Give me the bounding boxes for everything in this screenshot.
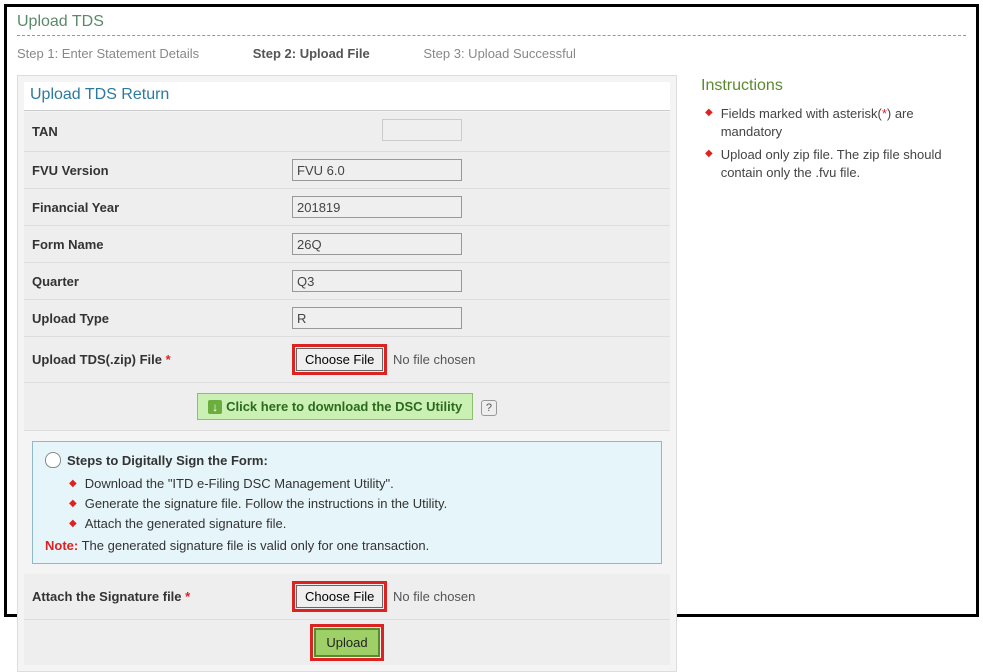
instruction-2: Upload only zip file. The zip file shoul… — [721, 146, 966, 181]
choose-zip-highlight: Choose File — [292, 344, 387, 375]
label-upload-zip-text: Upload TDS(.zip) File — [32, 352, 166, 367]
row-upload-zip: Upload TDS(.zip) File * Choose File No f… — [24, 337, 670, 383]
page-title: Upload TDS — [17, 13, 966, 36]
label-uploadtype: Upload Type — [32, 311, 292, 326]
instruction-item: ◆ Upload only zip file. The zip file sho… — [705, 146, 966, 181]
label-fvu: FVU Version — [32, 163, 292, 178]
dsc-download-text: Click here to download the DSC Utility — [226, 399, 462, 414]
choose-sig-highlight: Choose File — [292, 581, 387, 612]
upload-button-row: Upload — [24, 620, 670, 665]
upload-button[interactable]: Upload — [314, 628, 379, 657]
choose-zip-button[interactable]: Choose File — [296, 348, 383, 371]
label-attach-sig-text: Attach the Signature file — [32, 589, 185, 604]
fvu-version-field — [292, 159, 462, 181]
label-tan: TAN — [32, 124, 292, 139]
wizard-steps: Step 1: Enter Statement Details Step 2: … — [17, 36, 966, 75]
required-asterisk: * — [166, 352, 171, 367]
bullet-icon: ◆ — [69, 496, 77, 512]
help-icon[interactable]: ? — [481, 400, 497, 416]
choose-sig-button[interactable]: Choose File — [296, 585, 383, 608]
row-finyear: Financial Year — [24, 189, 670, 226]
bullet-icon: ◆ — [705, 105, 713, 140]
sig-file-status: No file chosen — [393, 589, 475, 604]
section-title: Upload TDS Return — [24, 82, 670, 111]
upload-button-highlight: Upload — [310, 624, 383, 661]
infobox-step-1: Download the "ITD e-Filing DSC Managemen… — [85, 476, 394, 492]
bullet-icon: ◆ — [69, 476, 77, 492]
row-quarter: Quarter — [24, 263, 670, 300]
upload-form-panel: Upload TDS Return TAN FVU Version Financ… — [17, 75, 677, 672]
infobox-step-3: Attach the generated signature file. — [85, 516, 287, 532]
wizard-step-1: Step 1: Enter Statement Details — [17, 46, 199, 61]
bulb-icon — [45, 452, 61, 468]
label-quarter: Quarter — [32, 274, 292, 289]
label-finyear: Financial Year — [32, 200, 292, 215]
form-name-field — [292, 233, 462, 255]
instruction-1a: Fields marked with asterisk — [721, 106, 878, 121]
sign-steps-infobox: Steps to Digitally Sign the Form: ◆ Downl… — [32, 441, 662, 564]
upload-type-field — [292, 307, 462, 329]
infobox-step-2: Generate the signature file. Follow the … — [85, 496, 448, 512]
wizard-step-2: Step 2: Upload File — [253, 46, 370, 61]
financial-year-field — [292, 196, 462, 218]
instruction-item: ◆ Fields marked with asterisk(*) are man… — [705, 105, 966, 140]
infobox-note-label: Note: — [45, 538, 78, 553]
row-attach-sig: Attach the Signature file * Choose File … — [24, 574, 670, 620]
quarter-field — [292, 270, 462, 292]
bullet-icon: ◆ — [705, 146, 713, 181]
zip-file-status: No file chosen — [393, 352, 475, 367]
label-attach-sig: Attach the Signature file * — [32, 589, 292, 604]
dsc-download-link[interactable]: ↓ Click here to download the DSC Utility — [197, 393, 473, 420]
label-formname: Form Name — [32, 237, 292, 252]
label-upload-zip: Upload TDS(.zip) File * — [32, 352, 292, 367]
dsc-download-row: ↓Click here to download the DSC Utility … — [24, 383, 670, 431]
infobox-title: Steps to Digitally Sign the Form: — [67, 453, 268, 468]
instructions-title: Instructions — [701, 77, 966, 95]
instructions-panel: Instructions ◆ Fields marked with asteri… — [701, 75, 966, 187]
row-formname: Form Name — [24, 226, 670, 263]
wizard-step-3: Step 3: Upload Successful — [423, 46, 575, 61]
download-icon: ↓ — [208, 400, 222, 414]
required-asterisk: * — [185, 589, 190, 604]
row-uploadtype: Upload Type — [24, 300, 670, 337]
bullet-icon: ◆ — [69, 516, 77, 532]
row-fvu: FVU Version — [24, 152, 670, 189]
row-tan: TAN — [24, 112, 670, 152]
infobox-note-text: The generated signature file is valid on… — [78, 538, 429, 553]
infobox-title-row: Steps to Digitally Sign the Form: — [45, 452, 649, 468]
tan-field — [382, 119, 462, 141]
